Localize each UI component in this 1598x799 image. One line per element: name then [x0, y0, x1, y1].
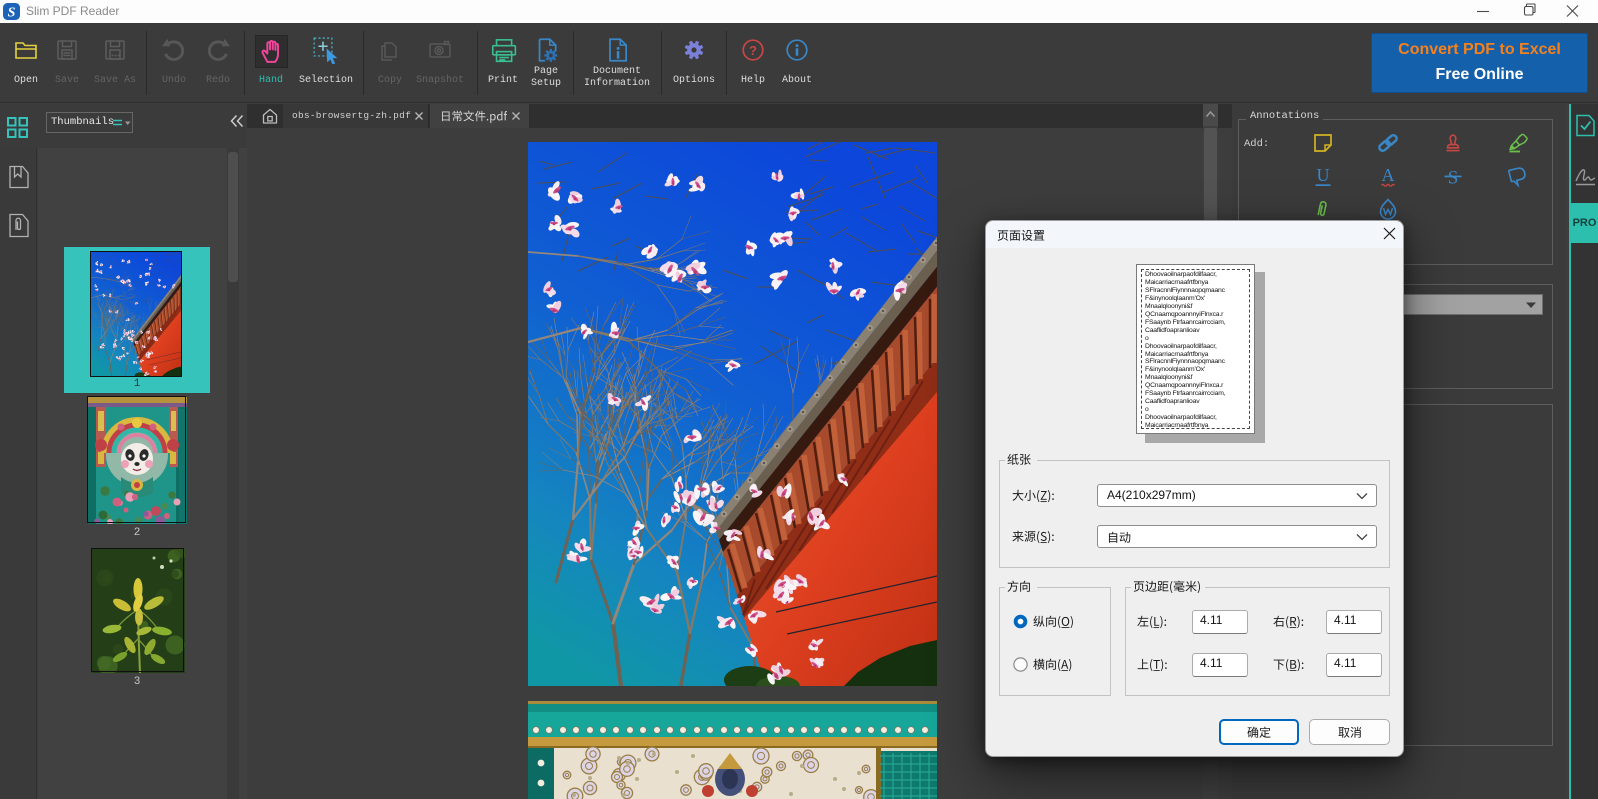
svg-text:?: ?	[749, 43, 757, 58]
svg-text:S: S	[1448, 168, 1459, 189]
svg-text:S: S	[8, 6, 16, 21]
svg-text:A: A	[1382, 165, 1395, 185]
svg-text:U: U	[1317, 165, 1330, 185]
